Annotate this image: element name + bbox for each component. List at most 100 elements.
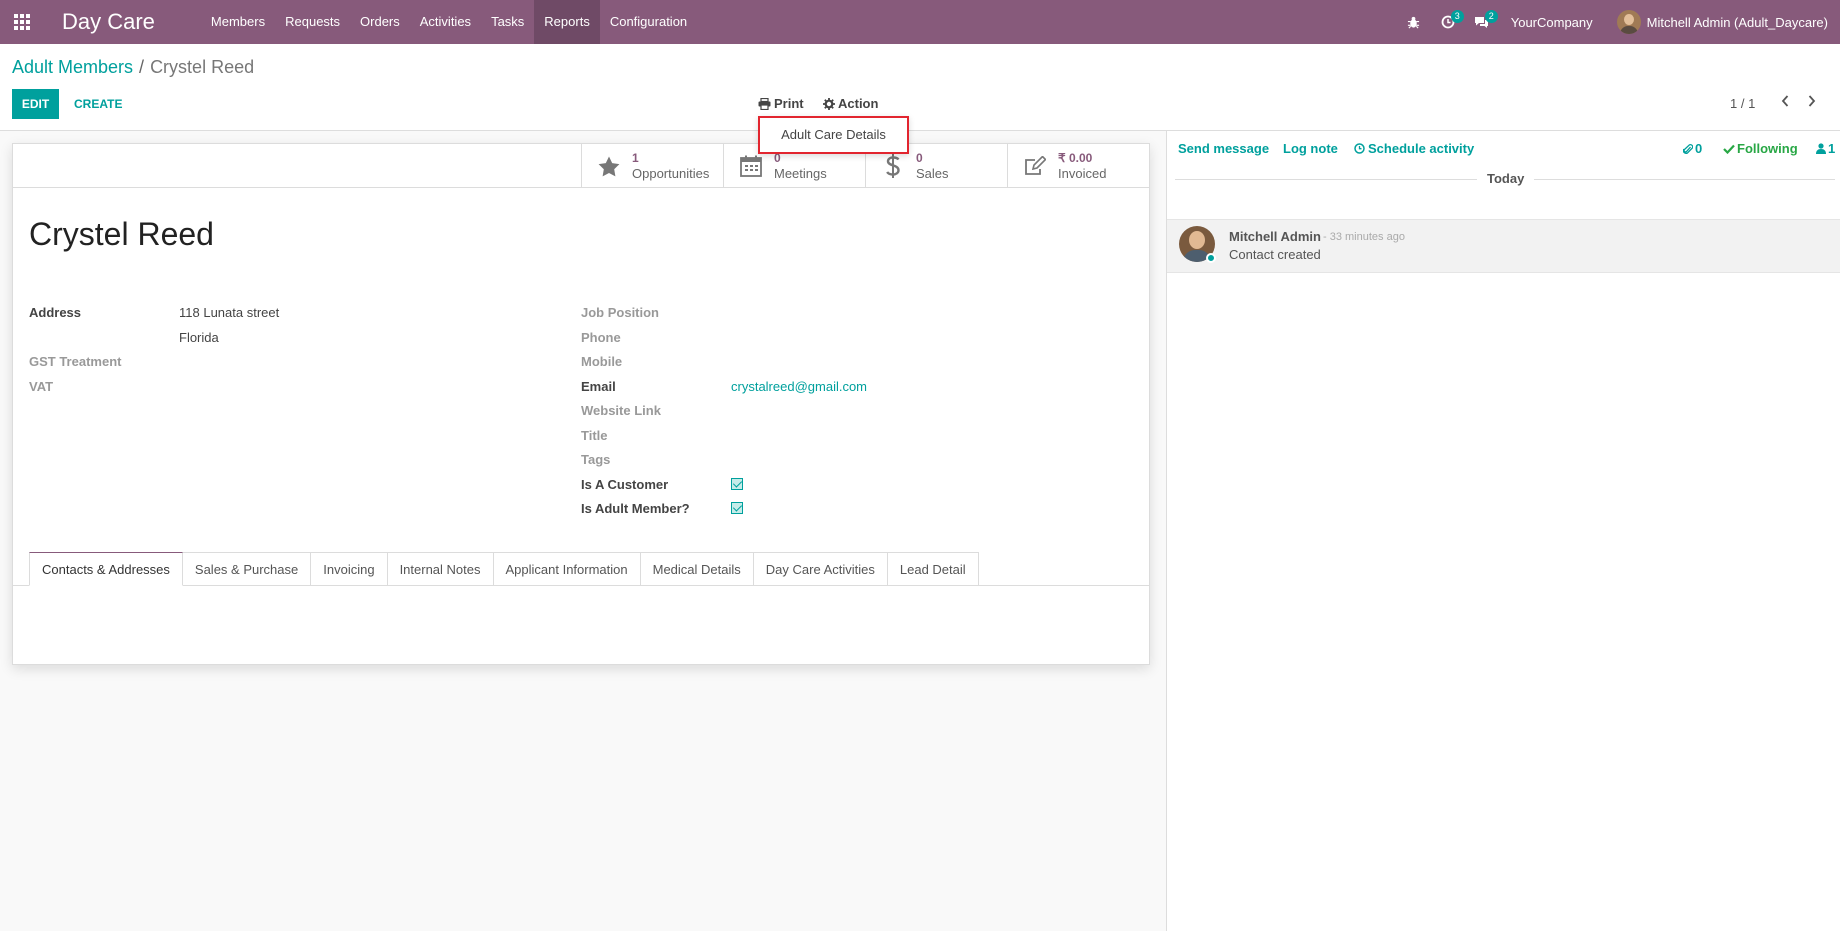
tab-internal-notes[interactable]: Internal Notes <box>387 552 494 586</box>
app-brand[interactable]: Day Care <box>62 9 155 35</box>
message-author[interactable]: Mitchell Admin <box>1229 229 1321 244</box>
tab-sales-purchase[interactable]: Sales & Purchase <box>182 552 312 586</box>
tab-contacts-addresses[interactable]: Contacts & Addresses <box>29 552 183 586</box>
address-street: 118 Lunata street <box>179 305 280 320</box>
attachments-count: 0 <box>1695 141 1703 156</box>
bug-icon[interactable] <box>1397 0 1431 44</box>
address-state: Florida <box>179 330 219 345</box>
edit-icon <box>1022 156 1048 176</box>
mobile-label: Mobile <box>581 354 623 369</box>
tab-applicant-information[interactable]: Applicant Information <box>493 552 641 586</box>
menu-item-tasks[interactable]: Tasks <box>481 0 534 44</box>
is-adult-member-checkbox[interactable] <box>731 502 743 514</box>
date-separator: Today <box>1477 171 1535 186</box>
email-label: Email <box>581 379 616 394</box>
meetings-label: Meetings <box>774 166 827 181</box>
chevron-left-icon[interactable] <box>1780 94 1790 111</box>
main-menu: Members Requests Orders Activities Tasks… <box>201 0 697 44</box>
check-icon <box>1723 144 1735 154</box>
dropdown-item-adult-care-details[interactable]: Adult Care Details <box>760 118 907 152</box>
menu-item-configuration[interactable]: Configuration <box>600 0 697 44</box>
followers-count: 1 <box>1828 141 1836 156</box>
messages-badge: 2 <box>1484 10 1498 23</box>
print-label: Print <box>774 96 804 111</box>
sales-count: 0 <box>916 151 923 165</box>
user-icon <box>1816 143 1826 154</box>
print-menu-button[interactable]: Print <box>758 96 804 111</box>
breadcrumb-parent[interactable]: Adult Members <box>12 57 133 77</box>
menu-item-reports[interactable]: Reports <box>534 0 600 44</box>
following-label: Following <box>1737 141 1798 156</box>
pager-value[interactable]: 1 / 1 <box>1730 96 1755 111</box>
menu-item-activities[interactable]: Activities <box>410 0 481 44</box>
schedule-activity-label: Schedule activity <box>1368 141 1475 156</box>
apps-menu-icon[interactable] <box>0 0 44 44</box>
invoiced-button[interactable]: ₹ 0.00 Invoiced <box>1007 144 1150 188</box>
action-label: Action <box>838 96 879 111</box>
calendar-icon <box>738 155 764 177</box>
breadcrumb-separator: / <box>139 57 145 77</box>
is-adult-member-label: Is Adult Member? <box>581 501 690 516</box>
schedule-activity-button[interactable]: Schedule activity <box>1354 141 1474 156</box>
invoiced-amount: ₹ 0.00 <box>1058 151 1093 165</box>
breadcrumb: Adult Members / Crystel Reed <box>12 57 254 78</box>
chatter-panel: Send message Log note Schedule activity … <box>1166 130 1840 931</box>
activity-badge: 3 <box>1450 10 1464 23</box>
job-position-label: Job Position <box>581 305 659 320</box>
send-message-button[interactable]: Send message <box>1178 141 1269 156</box>
menu-item-requests[interactable]: Requests <box>275 0 350 44</box>
tab-lead-detail[interactable]: Lead Detail <box>887 552 979 586</box>
activity-clock-icon[interactable]: 3 <box>1431 0 1465 44</box>
opportunities-label: Opportunities <box>632 166 710 181</box>
chatter-message: Mitchell Admin - 33 minutes ago Contact … <box>1167 219 1840 273</box>
user-name: Mitchell Admin (Adult_Daycare) <box>1646 14 1828 30</box>
vat-label: VAT <box>29 379 54 394</box>
sales-label: Sales <box>916 166 949 181</box>
website-link-label: Website Link <box>581 403 661 418</box>
paperclip-icon <box>1683 143 1693 154</box>
message-body: Contact created <box>1229 247 1321 262</box>
log-note-button[interactable]: Log note <box>1283 141 1338 156</box>
opportunities-count: 1 <box>632 151 639 165</box>
phone-label: Phone <box>581 330 621 345</box>
notebook-tabs: Contacts & Addresses Sales & Purchase In… <box>29 552 979 586</box>
opportunities-button[interactable]: 1 Opportunities <box>581 144 724 188</box>
clock-icon <box>1354 143 1365 154</box>
print-dropdown: Adult Care Details <box>758 116 909 154</box>
navbar-systray: 3 2 YourCompany Mitchell Admin (Adult_Da… <box>1397 0 1840 44</box>
user-menu[interactable]: Mitchell Admin (Adult_Daycare) <box>1616 10 1828 34</box>
menu-item-orders[interactable]: Orders <box>350 0 410 44</box>
chevron-right-icon[interactable] <box>1807 94 1817 111</box>
message-time: - 33 minutes ago <box>1323 231 1405 243</box>
is-customer-label: Is A Customer <box>581 477 669 492</box>
messages-icon[interactable]: 2 <box>1465 0 1499 44</box>
invoiced-label: Invoiced <box>1058 166 1107 181</box>
title-label: Title <box>581 428 608 443</box>
attachments-button[interactable]: 0 <box>1683 141 1702 156</box>
print-icon <box>758 97 771 110</box>
edit-button[interactable]: EDIT <box>12 89 59 119</box>
create-button[interactable]: CREATE <box>66 89 130 119</box>
online-status-icon <box>1206 253 1216 263</box>
company-switcher[interactable]: YourCompany <box>1511 15 1593 30</box>
action-menu-button[interactable]: Action <box>823 96 878 111</box>
menu-item-members[interactable]: Members <box>201 0 275 44</box>
tab-invoicing[interactable]: Invoicing <box>311 552 388 586</box>
smart-button-box: 1 Opportunities 0 Meetings 0 Sales ₹ 0.0… <box>13 144 1149 188</box>
gear-icon <box>823 97 835 110</box>
following-button[interactable]: Following <box>1723 141 1798 156</box>
breadcrumb-current: Crystel Reed <box>150 57 255 77</box>
email-value[interactable]: crystalreed@gmail.com <box>731 379 867 394</box>
tags-label: Tags <box>581 452 611 467</box>
form-sheet: 1 Opportunities 0 Meetings 0 Sales ₹ 0.0… <box>12 143 1150 665</box>
is-customer-checkbox[interactable] <box>731 478 743 490</box>
star-icon <box>596 156 622 177</box>
record-name: Crystel Reed <box>29 216 214 252</box>
user-avatar <box>1616 10 1641 34</box>
tab-day-care-activities[interactable]: Day Care Activities <box>753 552 888 586</box>
followers-button[interactable]: 1 <box>1816 141 1835 156</box>
gst-treatment-label: GST Treatment <box>29 354 122 369</box>
tab-medical-details[interactable]: Medical Details <box>640 552 754 586</box>
top-navbar: Day Care Members Requests Orders Activit… <box>0 0 1840 44</box>
address-label: Address <box>29 305 82 320</box>
